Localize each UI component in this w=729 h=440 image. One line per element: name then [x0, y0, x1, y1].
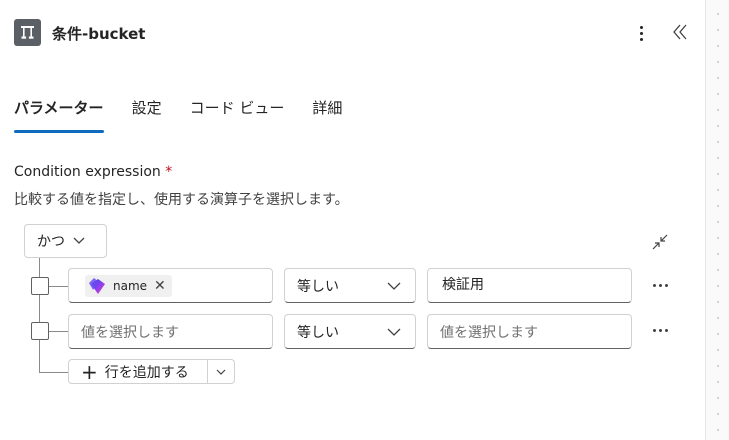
more-vertical-icon[interactable] [631, 22, 651, 44]
right-value-placeholder: 値を選択します [440, 324, 538, 341]
condition-expression-label: Condition expression * [14, 164, 172, 180]
condition-panel: 条件-bucket パラメーター 設定 コード ビュー 詳細 Condition… [0, 0, 705, 440]
token-label: name [113, 278, 148, 293]
tree-connector [48, 331, 68, 332]
tab-code-view[interactable]: コード ビュー [190, 97, 285, 133]
tab-settings[interactable]: 設定 [132, 97, 162, 133]
required-mark: * [165, 164, 173, 180]
row-checkbox[interactable] [31, 277, 49, 295]
row2-right-value-field[interactable]: 値を選択します [427, 314, 632, 349]
dynamic-content-token: name ✕ [85, 274, 172, 297]
double-chevron-left-icon[interactable] [670, 21, 692, 43]
row1-operator-select[interactable]: 等しい [284, 268, 416, 303]
condition-description: 比較する値を指定し、使用する演算子を選択します。 [14, 192, 349, 208]
condition-label-text: Condition expression [14, 164, 161, 180]
collapse-arrows-icon[interactable] [649, 231, 671, 253]
operator-label: 等しい [297, 324, 339, 341]
more-horizontal-icon[interactable] [650, 323, 670, 337]
tree-connector [39, 372, 68, 373]
row2-left-value-field[interactable]: 値を選択します [68, 314, 273, 349]
tab-list: パラメーター 設定 コード ビュー 詳細 [14, 97, 370, 133]
dataverse-icon [89, 277, 105, 294]
designer-canvas[interactable] [705, 0, 729, 440]
chevron-down-icon [387, 328, 401, 336]
left-value-placeholder: 値を選択します [81, 324, 179, 341]
add-row-split-button: + 行を追加する [68, 359, 235, 384]
panel-title: 条件-bucket [52, 25, 146, 43]
plus-icon: + [81, 359, 98, 384]
row1-right-value-field[interactable]: 検証用 [427, 268, 632, 303]
condition-icon [14, 19, 41, 46]
add-row-menu-button[interactable] [208, 360, 234, 383]
add-row-button[interactable]: + 行を追加する [69, 360, 208, 383]
row2-operator-select[interactable]: 等しい [284, 314, 416, 349]
chevron-down-icon [216, 369, 226, 375]
tab-parameters[interactable]: パラメーター [14, 97, 104, 133]
tree-connector [48, 286, 68, 287]
chevron-down-icon [387, 282, 401, 290]
group-operator-label: かつ [37, 234, 65, 250]
more-horizontal-icon[interactable] [650, 278, 670, 292]
remove-token-icon[interactable]: ✕ [154, 278, 166, 294]
group-operator-dropdown[interactable]: かつ [24, 224, 107, 258]
right-value-text: 検証用 [442, 277, 484, 293]
add-row-label: 行を追加する [104, 364, 189, 381]
chevron-down-icon [73, 237, 85, 244]
tab-details[interactable]: 詳細 [312, 97, 342, 133]
row-checkbox[interactable] [31, 322, 49, 340]
tree-connector [39, 258, 40, 372]
operator-label: 等しい [297, 278, 339, 295]
row1-left-value-field[interactable]: name ✕ [68, 268, 273, 303]
